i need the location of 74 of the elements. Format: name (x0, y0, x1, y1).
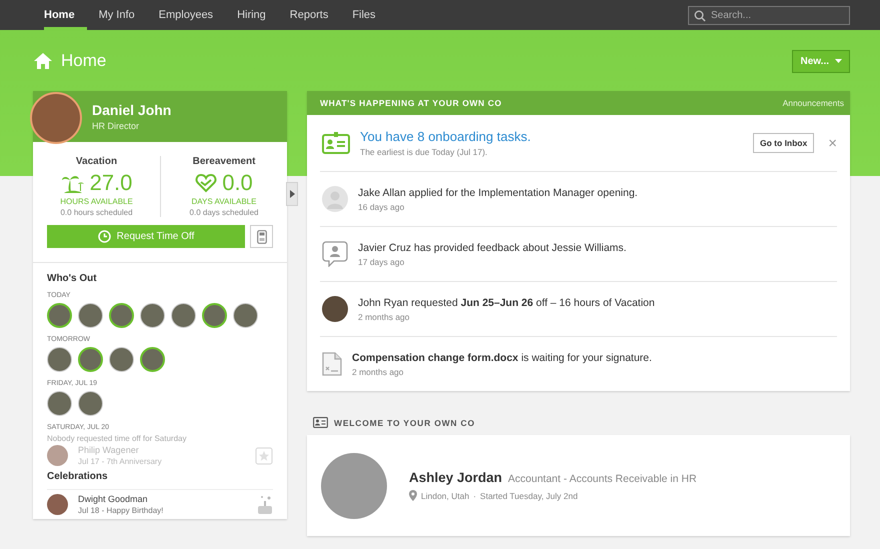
person-placeholder-icon (322, 186, 348, 212)
person-name: Philip Wagener (78, 445, 140, 455)
celebration-detail: Jul 17 - 7th Anniversary (78, 457, 163, 466)
calculator-button[interactable] (250, 225, 273, 248)
job-title: Accountant - Accounts Receivable in HR (508, 473, 697, 485)
nav-tab[interactable]: Employees (146, 3, 226, 30)
avatar[interactable] (109, 303, 134, 328)
avatar[interactable] (47, 391, 72, 416)
balance-title: Bereavement (192, 156, 256, 167)
feed-message: Compensation change form.docx is waiting for your signature. (352, 352, 653, 364)
avatar (322, 296, 348, 322)
avatar[interactable] (47, 347, 72, 372)
feed-message: John Ryan requested Jun 25–Jun 26 off – 16 hours of Vacation (358, 296, 656, 308)
nav-tab[interactable]: Home (44, 3, 87, 30)
location-pin-icon (409, 490, 417, 501)
feed-title: WHAT'S HAPPENING AT YOUR OWN CO (320, 98, 502, 108)
avatar[interactable] (202, 303, 227, 328)
avatar (47, 445, 68, 466)
document-icon (322, 352, 342, 376)
balance-scheduled: 0.0 days scheduled (188, 208, 260, 217)
search-field[interactable]: Search... (688, 6, 850, 24)
clock-icon (98, 230, 111, 243)
nav-tab[interactable]: Hiring (225, 3, 278, 30)
feed-time: 17 days ago (358, 256, 406, 266)
person-name: Ashley Jordan (409, 470, 502, 485)
house-icon (33, 52, 53, 70)
feed-message: Javier Cruz has provided feedback about Jessie Williams. (358, 242, 628, 254)
speech-bubble-icon (322, 241, 348, 267)
celebration-detail: Jul 18 - Happy Birthday! (78, 506, 164, 515)
balance-unit: DAYS AVAILABLE (190, 197, 258, 206)
avatar[interactable] (171, 303, 196, 328)
avatar (47, 494, 68, 515)
chevron-icon (290, 190, 294, 198)
id-card-icon (313, 417, 328, 428)
section-title: Celebrations (47, 468, 273, 490)
feed-message: Jake Allan applied for the Implementation Manager opening. (358, 186, 639, 198)
avatar[interactable] (78, 391, 103, 416)
profile-name: Daniel John (92, 102, 172, 118)
feed-time: 16 days ago (358, 202, 406, 212)
go-to-inbox-button[interactable]: Go to Inbox (753, 133, 814, 153)
nav-tab[interactable]: Reports (278, 3, 340, 30)
avatar[interactable] (140, 303, 165, 328)
section-title: WELCOME TO YOUR OWN CO (334, 418, 476, 428)
feed-time: 2 months ago (358, 312, 411, 322)
avatar[interactable] (78, 303, 103, 328)
avatar[interactable] (78, 347, 103, 372)
calculator-icon (256, 230, 266, 244)
balance-title: Vacation (74, 156, 118, 167)
balance-unit: HOURS AVAILABLE (59, 197, 134, 206)
nav-tab[interactable]: Files (340, 3, 388, 30)
expand-tab[interactable] (286, 182, 298, 206)
balance-amount: 0.0 (222, 170, 253, 196)
person-name: Dwight Goodman (78, 494, 149, 504)
nav-tab[interactable]: My Info (86, 3, 147, 30)
feed-time: 2 months ago (352, 366, 405, 376)
location-text: Lindon, Utah (421, 490, 470, 500)
avatar[interactable] (140, 347, 165, 372)
page-title: Home (61, 51, 106, 71)
cake-icon (257, 494, 273, 514)
section-title: Who's Out (47, 273, 98, 284)
avatar[interactable] (233, 303, 258, 328)
balance-amount: 27.0 (90, 170, 132, 196)
caret-icon (835, 59, 842, 63)
profile-role: HR Director (92, 121, 140, 131)
id-card-icon (322, 132, 350, 154)
avatar (30, 92, 82, 144)
feed-message: You have 8 onboarding tasks. (360, 129, 532, 144)
avatar[interactable] (109, 347, 134, 372)
balance-scheduled: 0.0 hours scheduled (59, 208, 134, 217)
start-date: Started Tuesday, July 2nd (480, 490, 578, 500)
empty-note: Nobody requested time off for Saturday (47, 434, 188, 443)
feed-time: The earliest is due Today (Jul 17). (360, 147, 488, 157)
separator-dot: · (473, 490, 476, 500)
avatar[interactable] (47, 303, 72, 328)
